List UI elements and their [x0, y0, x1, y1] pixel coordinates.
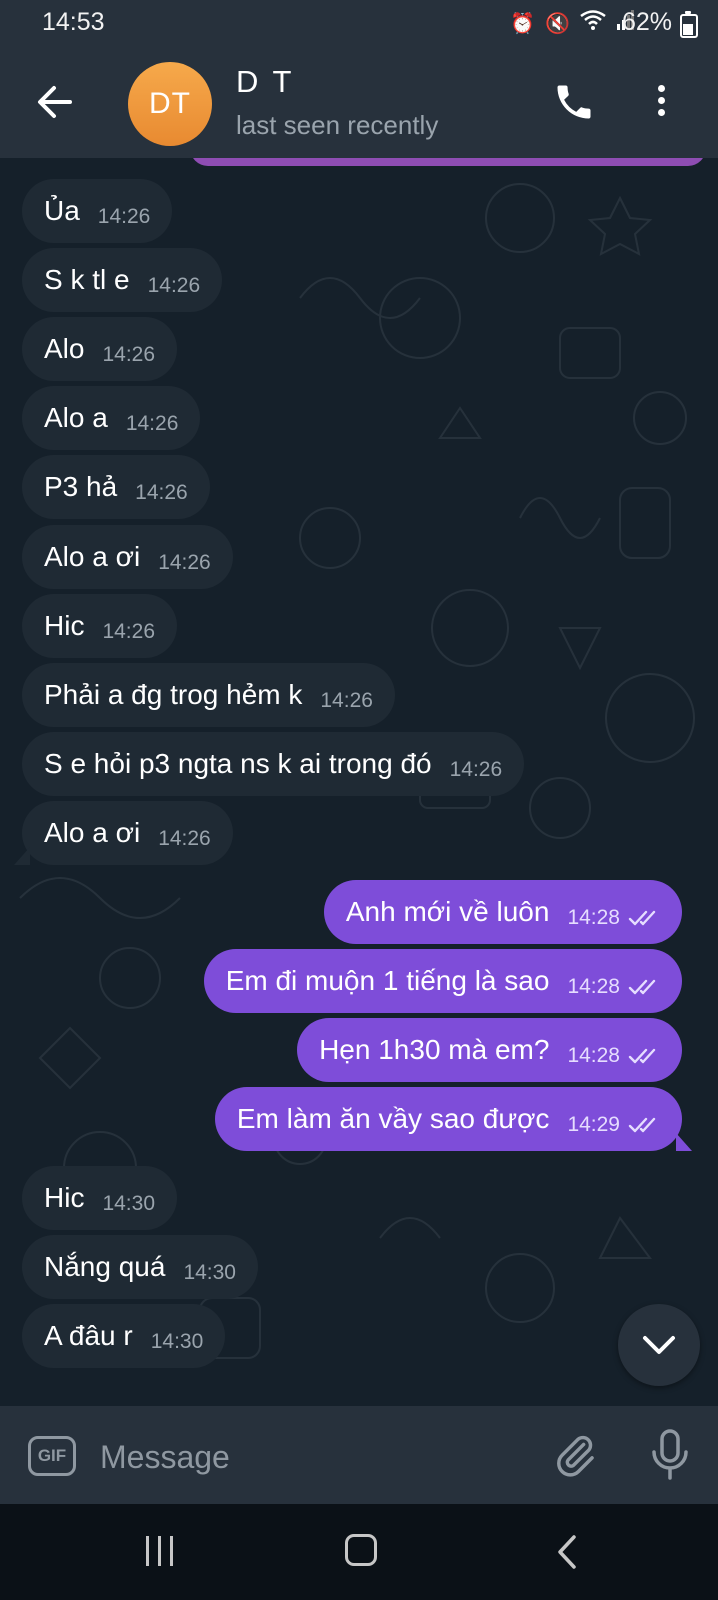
- incoming-message[interactable]: Ủa 14:26: [22, 179, 173, 243]
- gif-button[interactable]: GIF: [28, 1436, 76, 1476]
- incoming-message[interactable]: Hic 14:30: [22, 1166, 178, 1230]
- alarm-icon: ⏰: [510, 12, 536, 35]
- message-text: P3 hả: [44, 471, 118, 502]
- status-time: 14:53: [42, 8, 105, 36]
- read-receipt-icon: [628, 1040, 660, 1072]
- battery-icon: [680, 11, 698, 38]
- message-text: Phải a đg trog hẻm k: [44, 679, 303, 710]
- message-time: 14:26: [320, 689, 373, 712]
- message-time: 14:30: [102, 1192, 156, 1215]
- incoming-message[interactable]: Phải a đg trog hẻm k 14:26: [22, 663, 395, 727]
- message-time: 14:26: [135, 481, 188, 504]
- message-time: 14:26: [158, 827, 211, 850]
- message-text: Hẹn 1h30 mà em?: [319, 1034, 550, 1065]
- avatar[interactable]: DT: [128, 62, 212, 146]
- wifi-icon: [580, 10, 606, 36]
- outgoing-message[interactable]: Anh mới về luôn 14:28: [323, 880, 682, 944]
- message-time: 14:26: [147, 274, 201, 297]
- message-time: 14:26: [449, 758, 503, 781]
- message-time: 14:29: [567, 1113, 620, 1136]
- paperclip-icon[interactable]: [552, 1432, 598, 1478]
- message-time: 14:26: [125, 412, 179, 435]
- incoming-message[interactable]: A đâu r 14:30: [22, 1304, 226, 1368]
- message-text: S e hỏi p3 ngta ns k ai trong đó: [44, 748, 432, 779]
- message-text: Hic: [44, 1182, 85, 1213]
- message-time: 14:30: [183, 1261, 236, 1284]
- previous-message-edge: [190, 158, 706, 166]
- incoming-message[interactable]: Alo 14:26: [22, 317, 178, 381]
- incoming-message[interactable]: Alo a 14:26: [22, 386, 201, 450]
- incoming-message[interactable]: S e hỏi p3 ngta ns k ai trong đó 14:26: [22, 732, 525, 796]
- outgoing-message[interactable]: Em làm ăn vầy sao được 14:29: [214, 1087, 682, 1151]
- mute-icon: 🔇: [545, 12, 570, 35]
- message-input[interactable]: [98, 1432, 522, 1482]
- outgoing-message[interactable]: Hẹn 1h30 mà em? 14:28: [297, 1018, 682, 1082]
- message-time: 14:26: [102, 343, 156, 366]
- chat-area[interactable]: Ủa 14:26 S k tl e 14:26 Alo 14:26 Alo a 14:26 P3…: [0, 158, 718, 1406]
- message-text: Alo a: [44, 402, 108, 433]
- microphone-icon[interactable]: [650, 1428, 690, 1482]
- incoming-message[interactable]: Nắng quá 14:30: [22, 1235, 258, 1299]
- scroll-down-button[interactable]: [618, 1304, 700, 1386]
- battery-percent: 62%: [621, 8, 672, 36]
- message-text: Alo a ơi: [44, 541, 141, 572]
- message-time: 14:30: [150, 1330, 204, 1353]
- contact-status: last seen recently: [236, 110, 439, 140]
- more-vert-icon[interactable]: [652, 82, 670, 122]
- message-text: Alo a ơi: [44, 817, 141, 848]
- status-bar: 14:53 ⏰ 🔇 62%: [0, 0, 718, 46]
- chat-header: DT D T last seen recently: [0, 46, 718, 158]
- message-text: Alo: [44, 333, 85, 364]
- message-text: Em đi muộn 1 tiếng là sao: [225, 965, 550, 996]
- message-text: Ủa: [44, 195, 80, 226]
- message-composer: GIF: [0, 1406, 718, 1504]
- incoming-message[interactable]: P3 hả 14:26: [22, 455, 210, 519]
- message-time: 14:26: [97, 205, 151, 228]
- message-time: 14:26: [158, 551, 211, 574]
- incoming-message[interactable]: Alo a ơi 14:26: [22, 801, 233, 865]
- status-icons: ⏰ 🔇: [510, 10, 634, 36]
- read-receipt-icon: [628, 971, 660, 1003]
- message-time: 14:26: [102, 620, 156, 643]
- message-text: Em làm ăn vầy sao được: [236, 1103, 550, 1134]
- recent-apps-button[interactable]: [146, 1536, 180, 1568]
- message-time: 14:28: [567, 1044, 620, 1067]
- phone-icon[interactable]: [552, 80, 596, 124]
- message-text: Anh mới về luôn: [345, 896, 550, 927]
- home-button[interactable]: [345, 1534, 377, 1566]
- incoming-message[interactable]: S k tl e 14:26: [22, 248, 223, 312]
- message-text: A đâu r: [44, 1320, 133, 1351]
- nav-back-button[interactable]: [552, 1534, 582, 1570]
- back-arrow-icon[interactable]: [36, 82, 76, 122]
- contact-name[interactable]: D T: [236, 64, 294, 100]
- system-nav-bar: [0, 1504, 718, 1600]
- incoming-message[interactable]: Alo a ơi 14:26: [22, 525, 233, 589]
- message-text: Nắng quá: [44, 1251, 166, 1282]
- message-text: S k tl e: [44, 264, 130, 295]
- chevron-down-icon: [643, 1336, 675, 1354]
- read-receipt-icon: [628, 902, 660, 934]
- message-time: 14:28: [567, 975, 620, 998]
- read-receipt-icon: [628, 1109, 660, 1141]
- message-time: 14:28: [567, 906, 620, 929]
- incoming-message[interactable]: Hic 14:26: [22, 594, 178, 658]
- message-text: Hic: [44, 610, 85, 641]
- outgoing-message[interactable]: Em đi muộn 1 tiếng là sao 14:28: [203, 949, 682, 1013]
